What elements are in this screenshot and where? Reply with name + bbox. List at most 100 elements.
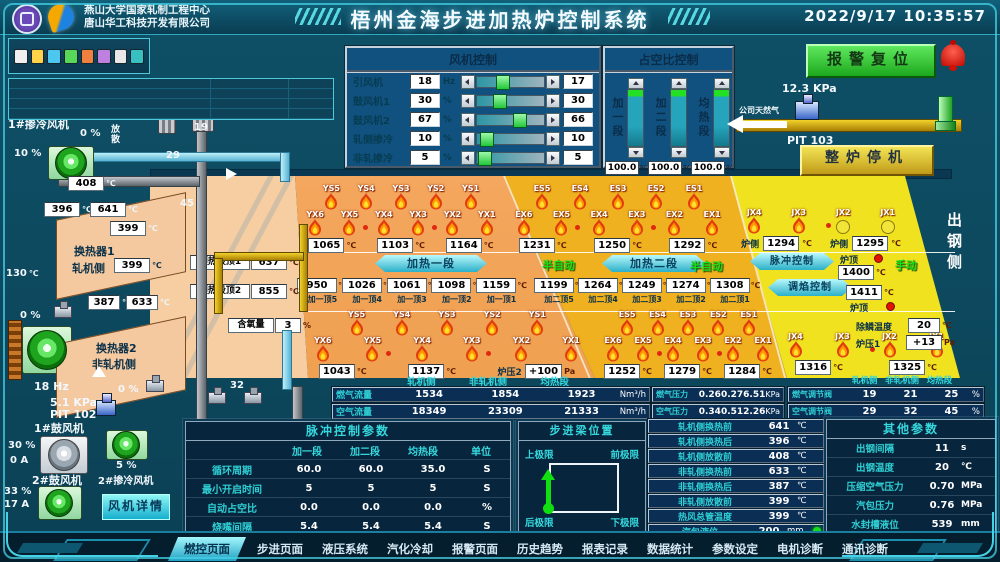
toolbar-icon[interactable]: [47, 49, 61, 64]
flame-icon: [742, 319, 756, 336]
descale-temp: 20℃: [908, 318, 952, 333]
duty-up-button[interactable]: [628, 78, 644, 89]
duty-value-input[interactable]: 100.0: [691, 161, 725, 175]
nav-tab[interactable]: 步进页面: [249, 537, 311, 561]
pulse-control-button[interactable]: 脉冲控制: [750, 253, 834, 270]
slider-decrease-button[interactable]: [461, 151, 475, 165]
slider-increase-button[interactable]: [546, 132, 560, 146]
nav-tab[interactable]: 液压系统: [314, 537, 376, 561]
slider-decrease-button[interactable]: [461, 113, 475, 127]
burner-tag: YX5: [341, 210, 359, 219]
flame-icon: [445, 219, 459, 236]
duty-label: 加一段: [609, 97, 625, 139]
nav-tab[interactable]: 汽化冷却: [379, 537, 441, 561]
main-blower-icon[interactable]: [27, 330, 67, 370]
duty-value-input[interactable]: 100.0: [648, 161, 682, 175]
duty-slider[interactable]: [670, 89, 687, 147]
burner: YX3: [460, 336, 484, 362]
toolbar-icon[interactable]: [64, 49, 78, 64]
side-temp: 炉侧1295℃: [830, 236, 901, 251]
gas-pressure-transmitter-icon[interactable]: [795, 101, 819, 120]
fan-setpoint-input[interactable]: 10: [410, 131, 440, 146]
nav-tab[interactable]: 数据统计: [639, 537, 701, 561]
slider-decrease-button[interactable]: [461, 75, 475, 89]
duty-value-input[interactable]: 100.0: [605, 161, 639, 175]
slider-decrease-button[interactable]: [461, 94, 475, 108]
flame-adjust-button[interactable]: 调焰控制: [768, 279, 852, 296]
flame-icon: [316, 345, 330, 362]
duty-down-button[interactable]: [671, 147, 687, 158]
slider-increase-button[interactable]: [546, 151, 560, 165]
gas-shutoff-valve-icon[interactable]: [938, 96, 953, 124]
slider-track[interactable]: [476, 114, 545, 126]
burner-tag: ES3: [610, 184, 627, 193]
fan-setpoint-input[interactable]: 30: [410, 93, 440, 108]
alarm-reset-button[interactable]: 报警复位: [806, 44, 936, 78]
toolbar-icon[interactable]: [14, 49, 28, 64]
fan-detail-button[interactable]: 风机详情: [102, 494, 170, 520]
slider-thumb[interactable]: [496, 75, 510, 90]
burner: EX3: [625, 210, 649, 236]
pressure-transmitter-icon[interactable]: [96, 400, 116, 416]
nav-tab[interactable]: 参数设定: [704, 537, 766, 561]
zone3-mode: 手动: [895, 257, 917, 273]
duty-up-button[interactable]: [671, 78, 687, 89]
slider-thumb[interactable]: [478, 151, 492, 166]
nav-tab[interactable]: 历史趋势: [509, 537, 571, 561]
duty-down-button[interactable]: [714, 147, 730, 158]
burner-tag: ES2: [648, 184, 665, 193]
slider-thumb[interactable]: [480, 132, 494, 147]
duty-up-button[interactable]: [714, 78, 730, 89]
slider-track[interactable]: [476, 76, 545, 88]
toolbar-icon[interactable]: [114, 49, 128, 64]
slider-track[interactable]: [476, 133, 545, 145]
nav-tab[interactable]: 燃控页面: [168, 537, 246, 561]
slider-increase-button[interactable]: [546, 94, 560, 108]
burner: ES1: [682, 184, 706, 210]
pipe: [299, 224, 308, 312]
slider-track[interactable]: [476, 152, 545, 164]
temp-396: 396℃: [44, 202, 92, 217]
flame-icon: [592, 219, 606, 236]
fan2-icon[interactable]: [112, 431, 140, 459]
slider-increase-button[interactable]: [546, 75, 560, 89]
col-header: 非轧机侧: [883, 374, 920, 386]
valve-icon[interactable]: [244, 392, 262, 404]
alarm-bell-icon[interactable]: [941, 44, 965, 66]
blower1-icon[interactable]: [48, 439, 80, 471]
hx1-name: 换热器1: [74, 243, 115, 259]
fan-setpoint-input[interactable]: 67: [410, 112, 440, 127]
fan-setpoint-input[interactable]: 18: [410, 74, 440, 89]
duty-down-button[interactable]: [628, 147, 644, 158]
nav-tab[interactable]: 报警页面: [444, 537, 506, 561]
zone-temp: 1292℃: [669, 238, 717, 253]
fan-control-row: 鼓风机2 67 % 66: [347, 110, 599, 129]
toolbar-icon[interactable]: [130, 49, 144, 64]
toolbar-icon[interactable]: [31, 49, 45, 64]
fan1-icon[interactable]: [55, 147, 87, 179]
fan-setpoint-input[interactable]: 5: [410, 150, 440, 165]
slider-increase-button[interactable]: [546, 113, 560, 127]
slider-thumb[interactable]: [493, 94, 507, 109]
toolbar-icon[interactable]: [81, 49, 95, 64]
slider-track[interactable]: [476, 95, 545, 107]
duty-slider[interactable]: [627, 89, 644, 147]
burner: EX4: [587, 210, 611, 236]
nav-tab[interactable]: 电机诊断: [769, 537, 831, 561]
valve-icon[interactable]: [208, 392, 226, 404]
slider-decrease-button[interactable]: [461, 132, 475, 146]
slider-thumb[interactable]: [513, 113, 527, 128]
flame-icon: [667, 219, 681, 236]
nav-tab[interactable]: 通讯诊断: [834, 537, 896, 561]
zone-temp: 1325℃: [889, 360, 937, 375]
toolbar-icon[interactable]: [97, 49, 111, 64]
burner-group-top-z1: YS5 YS4 YS3 YS2 YS1: [298, 184, 504, 253]
valve-icon[interactable]: [54, 306, 72, 318]
burner-tag: ES4: [572, 184, 589, 193]
gas-source-label: 公司天然气: [739, 105, 779, 116]
burner: JX1: [876, 208, 900, 234]
blower2-icon[interactable]: [45, 489, 73, 517]
valve-icon[interactable]: [146, 380, 164, 392]
nav-tab[interactable]: 报表记录: [574, 537, 636, 561]
furnace-stop-button[interactable]: 整炉停机: [800, 145, 934, 176]
